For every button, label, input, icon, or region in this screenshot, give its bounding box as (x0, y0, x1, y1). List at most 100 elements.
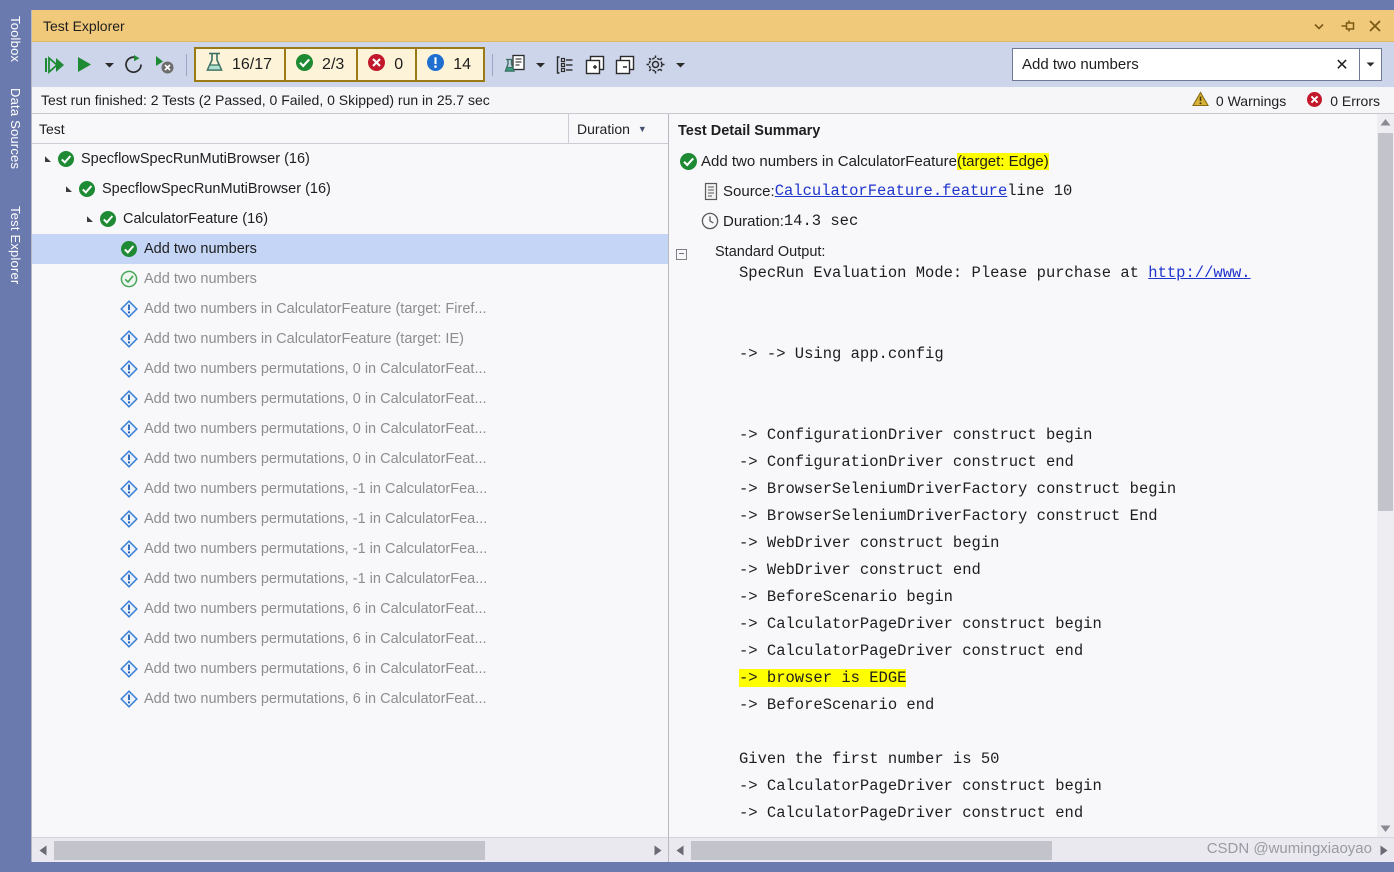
not-run-icon (118, 540, 139, 558)
not-run-icon (118, 360, 139, 378)
test-tree-row[interactable]: Add two numbers permutations, 0 in Calcu… (32, 444, 668, 474)
expander-icon[interactable] (42, 153, 55, 166)
detail-hscrollbar[interactable] (669, 837, 1394, 862)
chevron-down-icon[interactable] (1306, 14, 1332, 38)
grid-header: Test Duration ▼ (32, 113, 668, 144)
scroll-down-arrow-icon[interactable] (1377, 820, 1394, 837)
hscroll-thumb[interactable] (691, 840, 1052, 860)
not-run-icon (118, 330, 139, 348)
settings-dropdown-button[interactable] (670, 48, 690, 82)
toolbar-separator-2 (492, 53, 493, 76)
run-all-tests-button[interactable] (39, 48, 69, 82)
search-box[interactable]: ✕ (1012, 48, 1360, 81)
test-list-hscrollbar[interactable] (32, 837, 668, 862)
collapse-all-button[interactable] (610, 48, 640, 82)
search-dropdown-button[interactable] (1360, 48, 1382, 81)
test-tree-row[interactable]: Add two numbers permutations, 0 in Calcu… (32, 384, 668, 414)
counter-not-run-value: 14 (453, 55, 471, 73)
run-button[interactable] (69, 48, 99, 82)
run-dropdown-button[interactable] (99, 48, 119, 82)
standard-output-log: SpecRun Evaluation Mode: Please purchase… (675, 260, 1377, 827)
vertical-tab-toolbox[interactable]: Toolbox (0, 10, 31, 62)
hscroll-track[interactable] (54, 838, 646, 863)
playlist-button[interactable] (500, 48, 530, 82)
flask-icon (205, 52, 224, 78)
counter-passed[interactable]: 2/3 (286, 49, 359, 80)
vertical-tab-strip: Toolbox Data Sources Test Explorer (0, 0, 31, 872)
expander-icon[interactable] (63, 183, 76, 196)
close-icon[interactable]: ✕ (1331, 55, 1353, 75)
test-tree-row-label: Add two numbers permutations, 6 in Calcu… (144, 661, 487, 677)
scroll-right-arrow-icon[interactable] (1372, 838, 1394, 863)
log-line: -> BrowserSeleniumDriverFactory construc… (675, 503, 1377, 530)
column-header-duration[interactable]: Duration ▼ (569, 114, 668, 144)
scroll-left-arrow-icon[interactable] (32, 838, 54, 863)
log-line-text: Given the first number is 50 (739, 750, 1000, 768)
test-tree[interactable]: SpecflowSpecRunMutiBrowser (16) SpecflowS… (32, 144, 668, 836)
search-input[interactable] (1022, 56, 1331, 73)
test-tree-row[interactable]: Add two numbers in CalculatorFeature (ta… (32, 324, 668, 354)
cancel-test-run-button[interactable] (149, 48, 179, 82)
pin-icon[interactable] (1334, 14, 1360, 38)
repeat-last-run-button[interactable] (119, 48, 149, 82)
log-line-text: -> BrowserSeleniumDriverFactory construc… (739, 480, 1177, 498)
test-tree-row[interactable]: Add two numbers permutations, -1 in Calc… (32, 474, 668, 504)
test-tree-row-label: SpecflowSpecRunMutiBrowser (16) (102, 181, 331, 197)
vscroll-thumb[interactable] (1378, 133, 1393, 511)
warning-triangle-icon (1191, 91, 1209, 110)
counter-total[interactable]: 16/17 (196, 49, 287, 80)
settings-button[interactable] (640, 48, 670, 82)
scroll-up-arrow-icon[interactable] (1377, 114, 1394, 131)
detail-heading: Test Detail Summary (678, 123, 821, 139)
errors-indicator[interactable]: 0 Errors (1306, 91, 1380, 111)
test-tree-row[interactable]: Add two numbers permutations, 6 in Calcu… (32, 654, 668, 684)
column-header-test[interactable]: Test (32, 113, 569, 144)
source-file-link[interactable]: CalculatorFeature.feature (775, 182, 1008, 200)
test-tree-row[interactable]: Add two numbers permutations, 6 in Calcu… (32, 684, 668, 714)
not-run-icon (118, 300, 139, 318)
playlist-dropdown-button[interactable] (530, 48, 550, 82)
log-line-link[interactable]: http://www. (1148, 264, 1250, 282)
test-tree-row[interactable]: Add two numbers permutations, 6 in Calcu… (32, 594, 668, 624)
test-tree-row[interactable]: SpecflowSpecRunMutiBrowser (16) (32, 144, 668, 174)
vertical-tab-data-sources[interactable]: Data Sources (0, 82, 31, 169)
test-tree-row[interactable]: Add two numbers (32, 234, 668, 264)
expand-all-button[interactable] (580, 48, 610, 82)
log-line-text: -> CalculatorPageDriver construct begin (739, 615, 1102, 633)
test-tree-row[interactable]: Add two numbers permutations, 0 in Calcu… (32, 414, 668, 444)
test-tree-row[interactable]: Add two numbers in CalculatorFeature (ta… (32, 294, 668, 324)
counter-failed[interactable]: 0 (358, 49, 418, 80)
test-tree-row[interactable]: CalculatorFeature (16) (32, 204, 668, 234)
counter-not-run[interactable]: 14 (417, 49, 483, 80)
hscroll-track[interactable] (691, 838, 1372, 863)
test-tree-row[interactable]: SpecflowSpecRunMutiBrowser (16) (32, 174, 668, 204)
detail-test-name: Add two numbers in CalculatorFeature (701, 152, 957, 170)
warnings-indicator[interactable]: 0 Warnings (1191, 91, 1286, 110)
scroll-right-arrow-icon[interactable] (646, 838, 668, 863)
test-tree-row[interactable]: Add two numbers (32, 264, 668, 294)
detail-vscrollbar[interactable] (1377, 114, 1394, 837)
log-line-text: -> ConfigurationDriver construct begin (739, 426, 1093, 444)
scroll-left-arrow-icon[interactable] (669, 838, 691, 863)
close-icon[interactable] (1362, 14, 1388, 38)
test-tree-row[interactable]: Add two numbers permutations, -1 in Calc… (32, 534, 668, 564)
vertical-tab-test-explorer[interactable]: Test Explorer (0, 200, 31, 284)
collapse-toggle[interactable]: − (676, 249, 687, 260)
test-tree-row[interactable]: Add two numbers permutations, 6 in Calcu… (32, 624, 668, 654)
detail-source-row: Source: CalculatorFeature.feature line 1… (675, 176, 1377, 206)
group-by-button[interactable] (550, 48, 580, 82)
test-tree-row[interactable]: Add two numbers permutations, -1 in Calc… (32, 504, 668, 534)
hscroll-thumb[interactable] (54, 840, 485, 860)
test-tree-row[interactable]: Add two numbers permutations, 0 in Calcu… (32, 354, 668, 384)
duration-label: Duration: (723, 212, 784, 230)
expander-icon[interactable] (84, 213, 97, 226)
log-line: -> CalculatorPageDriver construct end (675, 800, 1377, 827)
status-bar: Test run finished: 2 Tests (2 Passed, 0 … (32, 87, 1394, 114)
test-tree-row[interactable]: Add two numbers permutations, -1 in Calc… (32, 564, 668, 594)
